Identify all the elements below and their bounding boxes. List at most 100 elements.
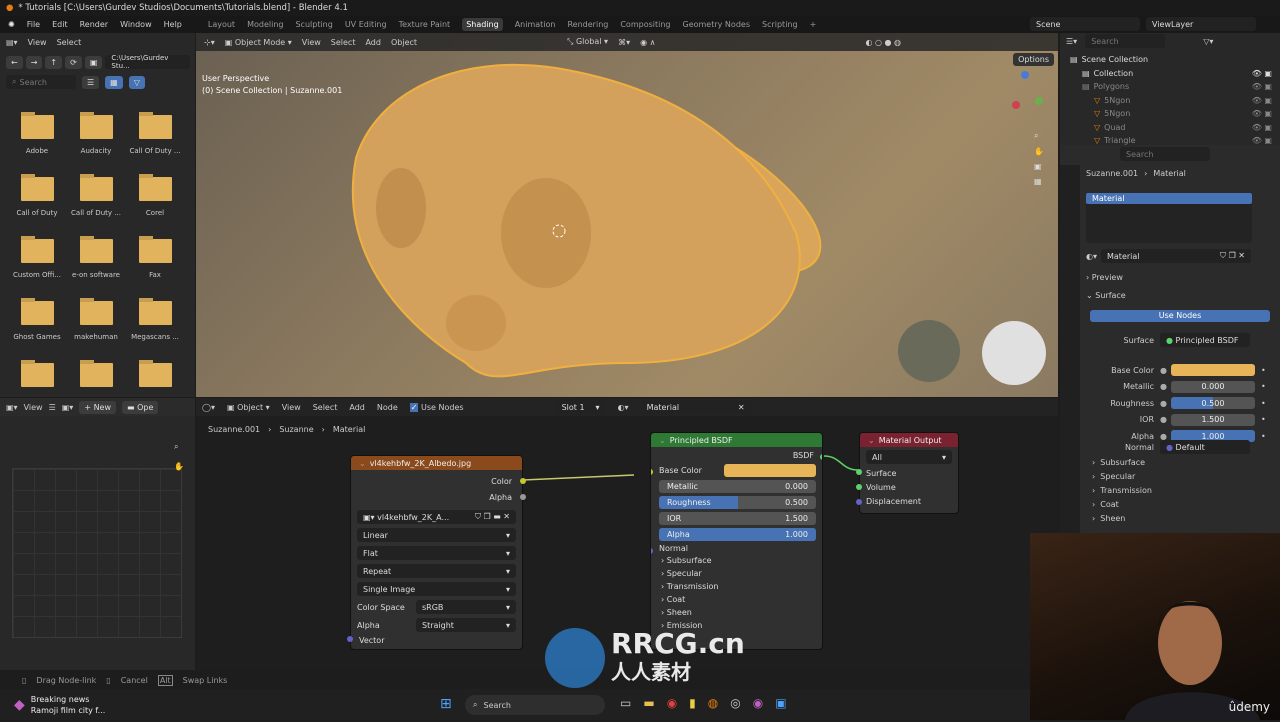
properties-tabs[interactable] (1060, 165, 1080, 535)
tab-geometry-nodes[interactable]: Geometry Nodes (683, 20, 750, 29)
scene-selector[interactable]: Scene ViewLayer (1030, 17, 1256, 31)
folder-item[interactable]: makehuman (67, 298, 125, 341)
taskbar-search[interactable]: ⌕ Search (465, 695, 605, 715)
menu-file[interactable]: File (27, 20, 40, 29)
folder-item[interactable]: Adobe (8, 112, 66, 155)
app-icon[interactable]: ◉ (753, 696, 763, 710)
image-browse-icon[interactable]: ▣▾ (62, 403, 74, 412)
menu-select[interactable]: Select (331, 38, 356, 47)
folder-item[interactable]: Fax (126, 236, 184, 279)
image-selector[interactable]: ▣▾ vl4kehbfw_2K_A... ⛉ ❐ ▬ ✕ (357, 510, 516, 524)
panel-subsurface[interactable]: › Subsurface (1092, 458, 1152, 467)
outliner-search-input[interactable]: Search (1085, 34, 1166, 48)
volume-input-socket[interactable] (856, 484, 862, 490)
menu-object[interactable]: Object (391, 38, 417, 47)
folder-item[interactable]: Audacity (67, 112, 125, 155)
surface-panel-header[interactable]: ⌄ Surface (1086, 291, 1126, 300)
display-thumbnails-button[interactable]: ▦ (105, 75, 123, 89)
snap-icon[interactable]: ⌘▾ (618, 38, 630, 47)
new-folder-button[interactable]: ▣ (84, 55, 103, 69)
menu-view[interactable]: View (302, 38, 321, 47)
folder-item[interactable]: Call of Duty (8, 174, 66, 217)
folder-item[interactable]: Corel (126, 174, 184, 217)
object-mode-dropdown[interactable]: ▣ Object Mode ▾ (225, 38, 292, 47)
bsdf-panel-coat[interactable]: › Coat (661, 595, 816, 604)
chrome-icon[interactable]: ◉ (667, 696, 677, 710)
forward-button[interactable]: → (25, 55, 43, 69)
roughness-slider[interactable]: Roughness 0.500 (659, 496, 816, 509)
folder-item[interactable] (126, 360, 184, 395)
ior-slider[interactable]: 1.500 (1170, 413, 1255, 426)
node-header[interactable]: ⌄ Material Output (860, 433, 958, 447)
target-dropdown[interactable]: All ▾ (866, 450, 952, 464)
folder-item[interactable]: e-on software (67, 236, 125, 279)
gizmo-y-icon[interactable] (1035, 97, 1043, 105)
3d-viewport[interactable]: ⊹▾ ▣ Object Mode ▾ View Select Add Objec… (196, 33, 1058, 397)
material-name-field[interactable]: Material ⛉ ❐ ✕ (1101, 249, 1251, 263)
zoom-icon[interactable]: ⌕ (174, 442, 178, 452)
uv-grid[interactable] (12, 468, 182, 638)
roughness-slider[interactable]: 0.500 (1170, 397, 1255, 409)
use-nodes-button[interactable]: Use Nodes (1090, 310, 1270, 322)
camera-icon[interactable]: ▣ (1034, 162, 1044, 171)
outliner-item[interactable]: ▤ Collection 👁 ▣ (1060, 67, 1280, 81)
gizmo-x-icon[interactable] (1012, 101, 1020, 109)
tab-scripting[interactable]: Scripting (762, 20, 798, 29)
notes-icon[interactable]: ▮ (689, 696, 696, 710)
tab-modeling[interactable]: Modeling (247, 20, 283, 29)
hand-icon[interactable]: ✋ (1034, 147, 1044, 156)
display-list-button[interactable]: ☰ (82, 75, 100, 89)
scene-field[interactable]: Scene (1030, 17, 1140, 31)
principled-bsdf-node[interactable]: ⌄ Principled BSDF BSDF Base Color Metalli… (650, 432, 823, 650)
back-button[interactable]: ← (6, 55, 23, 69)
projection-dropdown[interactable]: Flat ▾ (357, 546, 516, 560)
material-slot-item[interactable]: Material (1086, 193, 1252, 204)
app-icon[interactable]: ▣ (775, 696, 786, 710)
zoom-icon[interactable]: ⌕ (1034, 131, 1044, 141)
base-color-swatch[interactable] (1170, 364, 1255, 376)
editor-type-icon[interactable]: ⊹▾ (204, 38, 215, 47)
bsdf-panel-sheen[interactable]: › Sheen (661, 608, 816, 617)
file-explorer-icon[interactable]: ▬ (643, 696, 654, 710)
material-browse-icon[interactable]: ◐▾ (1086, 252, 1097, 261)
path-field[interactable]: C:\Users\Gurdev Stu... (105, 54, 191, 70)
editor-type-icon[interactable]: ▤▾ (6, 38, 18, 47)
editor-type-icon[interactable]: ▣▾ (6, 403, 18, 412)
outliner-item[interactable]: ▽ 5Ngon 👁 ▣ (1060, 107, 1280, 121)
grid-icon[interactable]: ▦ (1034, 177, 1044, 186)
bsdf-panel-subsurface[interactable]: › Subsurface (661, 556, 816, 565)
bsdf-panel-transmission[interactable]: › Transmission (661, 582, 816, 591)
parent-dir-button[interactable]: ↑ (45, 55, 63, 69)
menu-add[interactable]: Add (365, 38, 381, 47)
tab-texture-paint[interactable]: Texture Paint (399, 20, 451, 29)
app-icon[interactable]: ◎ (730, 696, 740, 710)
gizmo-z-icon[interactable] (1021, 71, 1029, 79)
alpha-output-socket[interactable] (520, 494, 526, 500)
panel-sheen[interactable]: › Sheen (1092, 514, 1152, 523)
ior-slider[interactable]: IOR 1.500 (659, 512, 816, 525)
image-texture-node[interactable]: ⌄ vl4kehbfw_2K_Albedo.jpg Color Alpha ▣▾ … (347, 455, 526, 650)
tab-compositing[interactable]: Compositing (620, 20, 670, 29)
outliner-item[interactable]: ▽ 5Ngon 👁 ▣ (1060, 94, 1280, 108)
folder-item[interactable]: Ghost Games (8, 298, 66, 341)
menu-view[interactable]: View (28, 38, 47, 47)
blender-menu-icon[interactable]: ✺ (8, 20, 15, 29)
shading-modes[interactable]: ◐ ○ ● ◍ (865, 38, 901, 47)
tab-shading[interactable]: Shading (462, 18, 503, 31)
alpha-slider[interactable]: Alpha 1.000 (659, 528, 816, 541)
outliner-item[interactable]: ▽ Quad 👁 ▣ (1060, 121, 1280, 135)
outliner-item[interactable]: ▤ Polygons 👁 ▣ (1060, 80, 1280, 94)
folder-item[interactable]: Megascans ... (126, 298, 184, 341)
metallic-slider[interactable]: 0.000 (1170, 380, 1255, 393)
tab-rendering[interactable]: Rendering (567, 20, 608, 29)
menu-select[interactable]: Select (57, 38, 82, 47)
view-layer-field[interactable]: ViewLayer (1146, 17, 1256, 31)
normal-field[interactable]: ● Default (1160, 440, 1250, 454)
interpolation-dropdown[interactable]: Linear ▾ (357, 528, 516, 542)
node-header[interactable]: ⌄ vl4kehbfw_2K_Albedo.jpg (351, 456, 522, 470)
new-image-button[interactable]: + New (79, 400, 117, 414)
transform-orientation-dropdown[interactable]: ⤡ Global ▾ (567, 37, 608, 47)
displacement-input-socket[interactable] (856, 499, 862, 505)
menu-edit[interactable]: Edit (52, 20, 68, 29)
surface-input-socket[interactable] (856, 469, 862, 475)
